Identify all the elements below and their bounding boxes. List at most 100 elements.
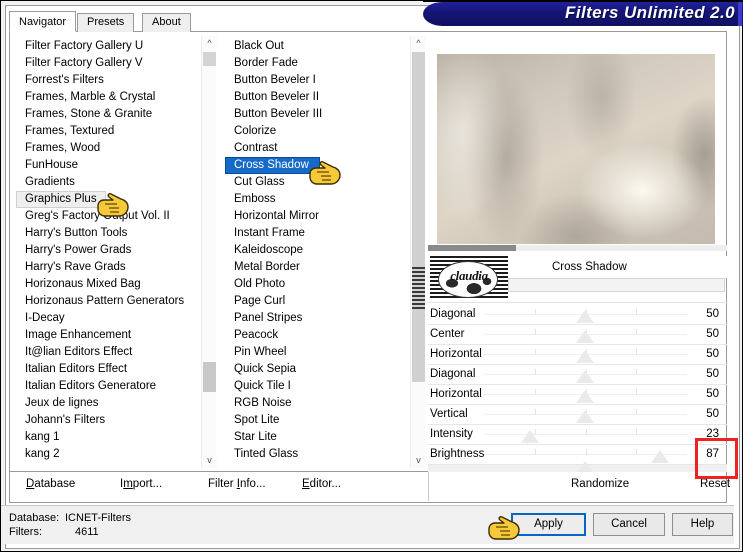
list-item[interactable]: Jeux de lignes <box>16 395 198 412</box>
category-item[interactable]: Frames, Stone & Granite <box>16 106 198 123</box>
category-item[interactable]: kang 2 <box>16 446 198 463</box>
filter-item[interactable]: Button Beveler I <box>225 72 407 89</box>
preview-area[interactable] <box>430 36 725 251</box>
category-item[interactable]: Harry's Rave Grads <box>16 259 198 276</box>
filter-info-button[interactable]: Filter Info... <box>208 478 266 490</box>
scroll-down-icon[interactable]: v <box>202 453 217 468</box>
category-item[interactable]: Greg's Factory Output Vol. II <box>16 208 198 225</box>
list-item[interactable]: Harry's Button Tools <box>16 225 198 242</box>
list-item[interactable]: Graphics Plus <box>16 191 198 208</box>
slider-row[interactable]: Diagonal 50 <box>428 365 727 385</box>
randomize-button[interactable]: Randomize <box>571 478 629 490</box>
category-item[interactable]: It@lian Editors Effect <box>16 344 198 361</box>
list-item[interactable]: Italian Editors Generatore <box>16 378 198 395</box>
list-item[interactable]: Frames, Stone & Granite <box>16 106 198 123</box>
list-item[interactable]: Image Enhancement <box>16 327 198 344</box>
category-item[interactable]: Forrest's Filters <box>16 72 198 89</box>
filter-item[interactable]: Cut Glass <box>225 174 407 191</box>
category-item[interactable]: Italian Editors Effect <box>16 361 198 378</box>
tab-about[interactable]: About <box>142 13 191 32</box>
filter-item[interactable]: Black Out <box>225 38 407 55</box>
list-item[interactable]: Tinted Glass <box>225 446 407 463</box>
list-item[interactable]: Quick Tile I <box>225 378 407 395</box>
category-item[interactable]: FunHouse <box>16 157 198 174</box>
filter-item[interactable]: Horizontal Mirror <box>225 208 407 225</box>
list-item[interactable]: kang 1 <box>16 429 198 446</box>
list-item[interactable]: Emboss <box>225 191 407 208</box>
filter-item[interactable]: Page Curl <box>225 293 407 310</box>
slider-thumb[interactable] <box>520 430 539 443</box>
list-item[interactable]: Cut Glass <box>225 174 407 191</box>
slider-thumb[interactable] <box>575 410 594 423</box>
filter-scroll-thumb-grip[interactable] <box>412 267 425 311</box>
cancel-button[interactable]: Cancel <box>593 513 665 536</box>
list-item[interactable]: Pin Wheel <box>225 344 407 361</box>
list-item[interactable]: RGB Noise <box>225 395 407 412</box>
list-item[interactable]: kang 2 <box>16 446 198 463</box>
list-item[interactable]: Contrast <box>225 140 407 157</box>
filter-item[interactable]: Colorize <box>225 123 407 140</box>
list-item[interactable]: Greg's Factory Output Vol. II <box>16 208 198 225</box>
filter-list-scrollbar[interactable]: ^ v <box>410 36 426 468</box>
filter-item[interactable]: Cross Shadow <box>225 157 320 174</box>
editor-button[interactable]: Editor... <box>302 478 341 490</box>
filter-list[interactable]: Black Out Border Fade Button Beveler I Butt… <box>225 36 425 468</box>
category-item[interactable]: Gradients <box>16 174 198 191</box>
list-item[interactable]: Panel Stripes <box>225 310 407 327</box>
filter-scroll-down-icon[interactable]: v <box>411 453 426 468</box>
category-list-scrollbar[interactable]: ^ v <box>201 36 217 468</box>
list-item[interactable]: Frames, Wood <box>16 140 198 157</box>
list-item[interactable]: Black Out <box>225 38 407 55</box>
list-item[interactable]: Frames, Textured <box>16 123 198 140</box>
list-item[interactable]: Kaleidoscope <box>225 242 407 259</box>
category-item[interactable]: Jeux de lignes <box>16 395 198 412</box>
list-item[interactable]: Peacock <box>225 327 407 344</box>
list-item[interactable]: Spot Lite <box>225 412 407 429</box>
list-item[interactable]: Forrest's Filters <box>16 72 198 89</box>
filter-item[interactable]: Contrast <box>225 140 407 157</box>
category-item[interactable]: Filter Factory Gallery V <box>16 55 198 72</box>
list-item[interactable]: Button Beveler I <box>225 72 407 89</box>
list-item[interactable]: Button Beveler III <box>225 106 407 123</box>
filter-item[interactable]: Spot Lite <box>225 412 407 429</box>
import-button[interactable]: Import... <box>120 478 162 490</box>
slider-thumb[interactable] <box>575 390 594 403</box>
list-item[interactable]: Filter Factory Gallery V <box>16 55 198 72</box>
list-item[interactable]: Page Curl <box>225 293 407 310</box>
list-item[interactable]: Border Fade <box>225 55 407 72</box>
slider-row[interactable]: Vertical 50 <box>428 405 727 425</box>
list-item[interactable]: Button Beveler II <box>225 89 407 106</box>
scroll-up-icon[interactable]: ^ <box>202 36 217 51</box>
category-item[interactable]: Harry's Power Grads <box>16 242 198 259</box>
category-item[interactable]: Johann's Filters <box>16 412 198 429</box>
slider-thumb[interactable] <box>650 450 669 463</box>
slider-thumb[interactable] <box>575 330 594 343</box>
help-button[interactable]: Help <box>672 513 733 536</box>
tab-presets[interactable]: Presets <box>77 13 135 32</box>
list-item[interactable]: Old Photo <box>225 276 407 293</box>
slider-row[interactable]: Center 50 <box>428 325 727 345</box>
filter-item[interactable]: RGB Noise <box>225 395 407 412</box>
filter-item[interactable]: Panel Stripes <box>225 310 407 327</box>
list-item[interactable]: FunHouse <box>16 157 198 174</box>
list-item[interactable]: Harry's Power Grads <box>16 242 198 259</box>
category-scroll-thumb-top[interactable] <box>203 52 216 66</box>
list-item[interactable]: It@lian Editors Effect <box>16 344 198 361</box>
category-item[interactable]: I-Decay <box>16 310 198 327</box>
filter-item[interactable]: Quick Tile I <box>225 378 407 395</box>
category-item[interactable]: Image Enhancement <box>16 327 198 344</box>
category-scroll-thumb[interactable] <box>203 362 216 392</box>
filter-item[interactable]: Metal Border <box>225 259 407 276</box>
slider-thumb[interactable] <box>575 310 594 323</box>
tab-navigator[interactable]: Navigator <box>9 11 77 32</box>
list-item[interactable]: I-Decay <box>16 310 198 327</box>
category-item[interactable]: Filter Factory Gallery U <box>16 38 198 55</box>
filter-item[interactable]: Button Beveler III <box>225 106 407 123</box>
reset-button[interactable]: Reset <box>700 478 730 490</box>
category-item[interactable]: Graphics Plus <box>16 191 106 208</box>
list-item[interactable]: Metal Border <box>225 259 407 276</box>
list-item[interactable]: Filter Factory Gallery U <box>16 38 198 55</box>
list-item[interactable]: Instant Frame <box>225 225 407 242</box>
filter-item[interactable]: Kaleidoscope <box>225 242 407 259</box>
category-item[interactable]: Harry's Button Tools <box>16 225 198 242</box>
